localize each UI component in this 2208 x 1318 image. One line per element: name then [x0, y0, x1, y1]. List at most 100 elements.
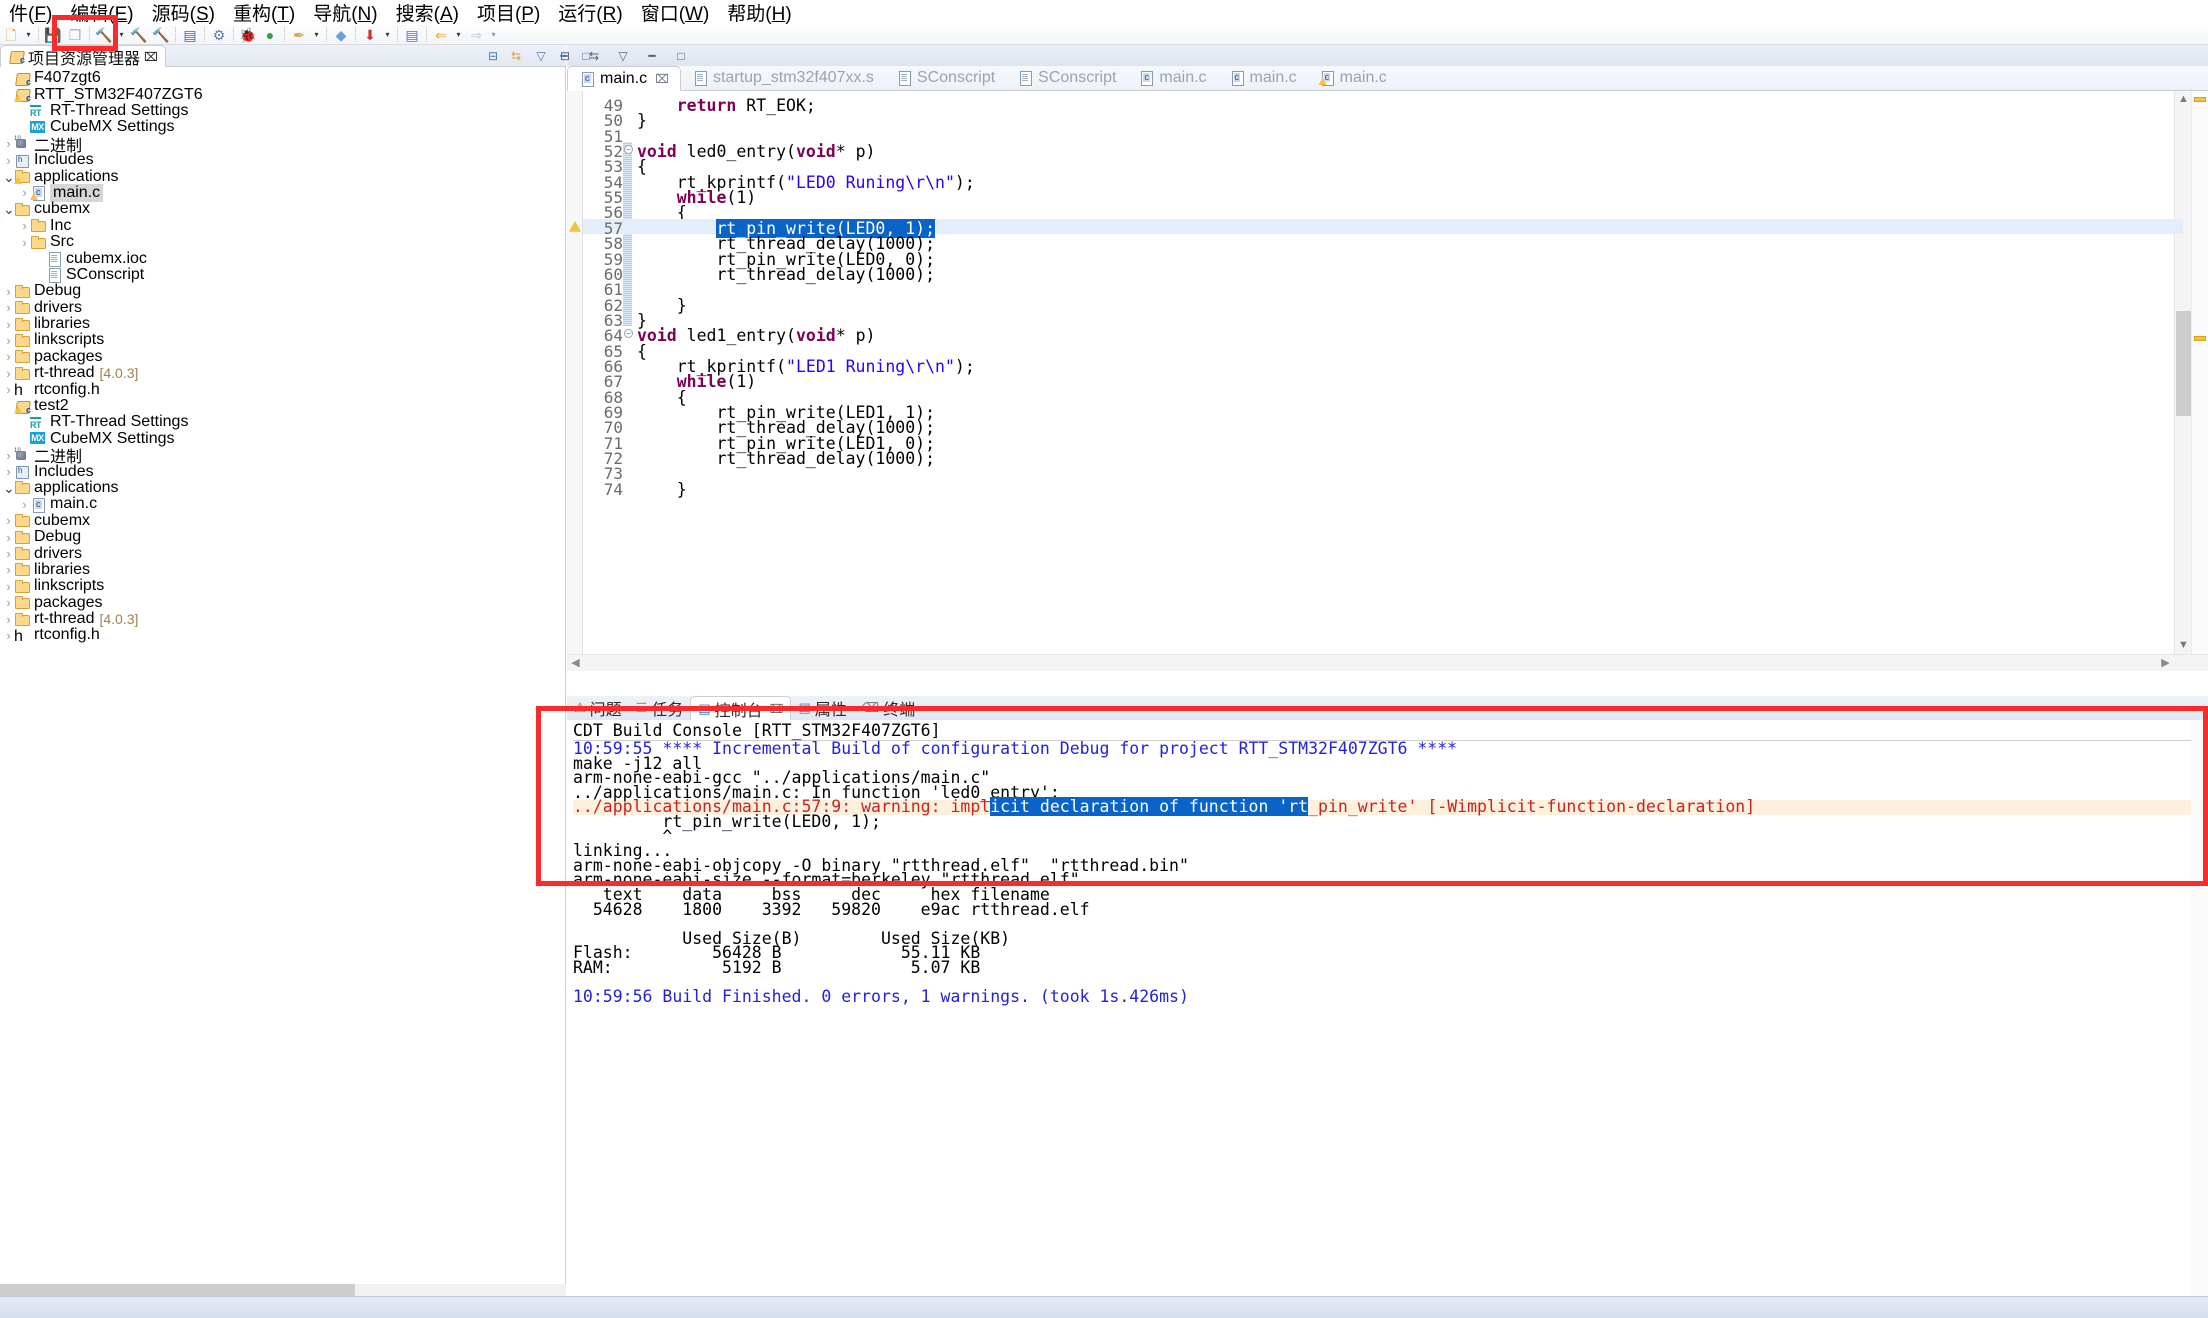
chevron-right-icon[interactable]: ›: [3, 284, 14, 299]
editor-vscroll-thumb[interactable]: [2176, 311, 2191, 416]
paint-brush-icon[interactable]: ✒: [288, 25, 310, 44]
chevron-right-icon[interactable]: ›: [3, 153, 14, 168]
close-icon[interactable]: ⌧: [655, 72, 669, 86]
tree-item-packages[interactable]: › packages: [0, 348, 566, 365]
tree-item-cubemx-settings[interactable]: CubeMX Settings: [0, 430, 566, 447]
scroll-down-icon[interactable]: ▼: [2175, 637, 2192, 654]
explorer-view-menu-icon[interactable]: ▽: [533, 48, 549, 63]
code-editor[interactable]: ▲ ▼ ◀ ▶ 49 return RT_EOK; 50} 51 52− void le…: [567, 91, 2208, 671]
tree-item-cubemx[interactable]: › cubemx: [0, 512, 566, 529]
tree-item----[interactable]: ›二进制: [0, 136, 566, 155]
clean-hammer-icon[interactable]: 🔨: [128, 25, 150, 44]
chevron-right-icon[interactable]: ›: [3, 513, 14, 528]
tree-item-sconscript[interactable]: SConscript: [0, 266, 566, 284]
tree-item-debug[interactable]: › Debug: [0, 528, 566, 545]
back-arrow-icon[interactable]: ⇐: [430, 25, 452, 44]
chevron-down-icon[interactable]: ⌄: [3, 170, 15, 184]
menu-item-4[interactable]: 导航(N): [304, 0, 386, 26]
new-dropdown-icon[interactable]: ▾: [22, 25, 35, 44]
editor-tab-5-main-c[interactable]: main.c: [1218, 65, 1308, 90]
tree-item-applications[interactable]: ⌄ applications: [0, 168, 566, 185]
explorer-minimize-icon[interactable]: ━: [556, 48, 572, 63]
chevron-down-icon[interactable]: ⌄: [3, 202, 15, 216]
save-icon[interactable]: 💾: [42, 25, 64, 44]
chevron-right-icon[interactable]: ›: [19, 185, 30, 200]
explorer-maximize-icon[interactable]: □: [578, 48, 594, 63]
chevron-right-icon[interactable]: ›: [3, 317, 14, 332]
tree-item-rt-thread-settings[interactable]: RT-Thread Settings: [0, 102, 566, 119]
editor-overview-ruler[interactable]: [2191, 91, 2208, 671]
close-icon[interactable]: ⌧: [770, 702, 784, 716]
chevron-right-icon[interactable]: ›: [3, 448, 14, 463]
tree-item-libraries[interactable]: › libraries: [0, 561, 566, 578]
tree-item-rt-thread-settings[interactable]: RT-Thread Settings: [0, 413, 566, 430]
tree-item-src[interactable]: › Src: [0, 233, 566, 250]
chevron-right-icon[interactable]: ›: [3, 530, 14, 545]
tree-item-packages[interactable]: › packages: [0, 594, 566, 611]
project-explorer-close-icon[interactable]: ⌧: [144, 50, 158, 64]
tree-item-rtt-stm32f407zgt6[interactable]: RTT_STM32F407ZGT6: [0, 86, 566, 103]
build-dropdown-icon[interactable]: ▾: [115, 25, 128, 44]
menu-item-1[interactable]: 编辑(E): [61, 0, 142, 26]
debug-bug-icon[interactable]: 🐞: [237, 25, 259, 44]
menu-item-7[interactable]: 运行(R): [549, 0, 631, 26]
chevron-right-icon[interactable]: ›: [19, 497, 30, 512]
hscroll-right-icon[interactable]: ▶: [2157, 655, 2174, 671]
tree-item-cubemx[interactable]: ⌄ cubemx: [0, 200, 566, 217]
tree-item-rtconfig-h[interactable]: › rtconfig.h: [0, 381, 566, 398]
tree-item-drivers[interactable]: › drivers: [0, 545, 566, 562]
tree-item-cubemx-ioc[interactable]: cubemx.ioc: [0, 250, 566, 267]
tree-item-inc[interactable]: › Inc: [0, 217, 566, 234]
chevron-right-icon[interactable]: ›: [3, 562, 14, 577]
back-dropdown-icon[interactable]: ▾: [452, 25, 465, 44]
tree-item-f407zgt6[interactable]: F407zgt6: [0, 69, 566, 86]
project-tree-hscroll-thumb[interactable]: [0, 1284, 355, 1296]
overview-warning-marker[interactable]: [2194, 336, 2206, 341]
editor-tab-4-main-c[interactable]: main.c: [1127, 65, 1217, 90]
chevron-right-icon[interactable]: ›: [3, 382, 14, 397]
console-vscrollbar[interactable]: [2191, 720, 2208, 1318]
tree-item-main-c[interactable]: › main.c: [0, 183, 566, 202]
tree-item-cubemx-settings[interactable]: CubeMX Settings: [0, 118, 566, 135]
tree-item-rt-thread[interactable]: › rt-thread [4.0.3]: [0, 364, 566, 381]
fold-toggle-icon[interactable]: −: [624, 145, 633, 155]
download-dropdown-icon[interactable]: ▾: [381, 25, 394, 44]
tree-item-main-c[interactable]: › main.c: [0, 495, 566, 513]
tree-item-test2[interactable]: test2: [0, 397, 566, 415]
editor-tab-0-main-c[interactable]: main.c ⌧: [567, 66, 681, 91]
tree-item-libraries[interactable]: › libraries: [0, 315, 566, 332]
tree-item-includes[interactable]: › Includes: [0, 151, 566, 168]
save-all-icon[interactable]: ❐: [64, 25, 86, 44]
editor-tab-1-startup-stm32f407xx-s[interactable]: startup_stm32f407xx.s: [681, 65, 885, 90]
tree-item-drivers[interactable]: › drivers: [0, 299, 566, 316]
editor-vscrollbar[interactable]: ▲ ▼: [2174, 91, 2191, 671]
tree-item-debug[interactable]: › Debug: [0, 282, 566, 299]
menu-item-2[interactable]: 源码(S): [143, 0, 224, 26]
explorer-link-with-editor-icon[interactable]: ⇆: [508, 48, 524, 63]
tree-item-includes[interactable]: › Includes: [0, 463, 566, 480]
build-all-icon[interactable]: 🔨: [150, 25, 172, 44]
project-tree[interactable]: F407zgt6RTT_STM32F407ZGT6RT-Thread Setti…: [0, 67, 566, 1318]
console-view-icon[interactable]: ▤: [179, 25, 201, 44]
menu-item-3[interactable]: 重构(T): [224, 0, 304, 26]
maximize-icon[interactable]: □: [673, 48, 689, 63]
brush-dropdown-icon[interactable]: ▾: [310, 25, 323, 44]
forward-arrow-icon[interactable]: ⇒: [465, 25, 487, 44]
console-tabrow[interactable]: ⚠ 问题 ☰ 任务 ▤ 控制台 ⌧ ▤ 属性 ⌫ 终端: [567, 696, 2208, 720]
new-wizard-icon[interactable]: 🗋: [0, 25, 22, 44]
console-tab-properties[interactable]: ▤ 属性: [791, 696, 853, 720]
console-output[interactable]: 10:59:55 **** Incremental Build of confi…: [573, 740, 2208, 1312]
menu-item-0[interactable]: 件(F): [0, 0, 61, 26]
chevron-right-icon[interactable]: ›: [3, 136, 14, 151]
tab-project-explorer[interactable]: 项目资源管理器 ⌧: [0, 45, 166, 68]
menu-item-8[interactable]: 窗口(W): [632, 0, 719, 26]
tree-item-rt-thread[interactable]: › rt-thread [4.0.3]: [0, 610, 566, 627]
chevron-down-icon[interactable]: ⌄: [3, 481, 15, 495]
menu-item-5[interactable]: 搜索(A): [387, 0, 468, 26]
editor-tab-3-sconscript[interactable]: SConscript: [1006, 65, 1127, 90]
console-tab-console[interactable]: ▤ 控制台 ⌧: [690, 696, 792, 720]
chevron-right-icon[interactable]: ›: [19, 218, 30, 233]
build-hammer-icon[interactable]: 🔨: [93, 25, 115, 44]
chevron-right-icon[interactable]: ›: [19, 235, 30, 250]
chevron-right-icon[interactable]: ›: [3, 349, 14, 364]
